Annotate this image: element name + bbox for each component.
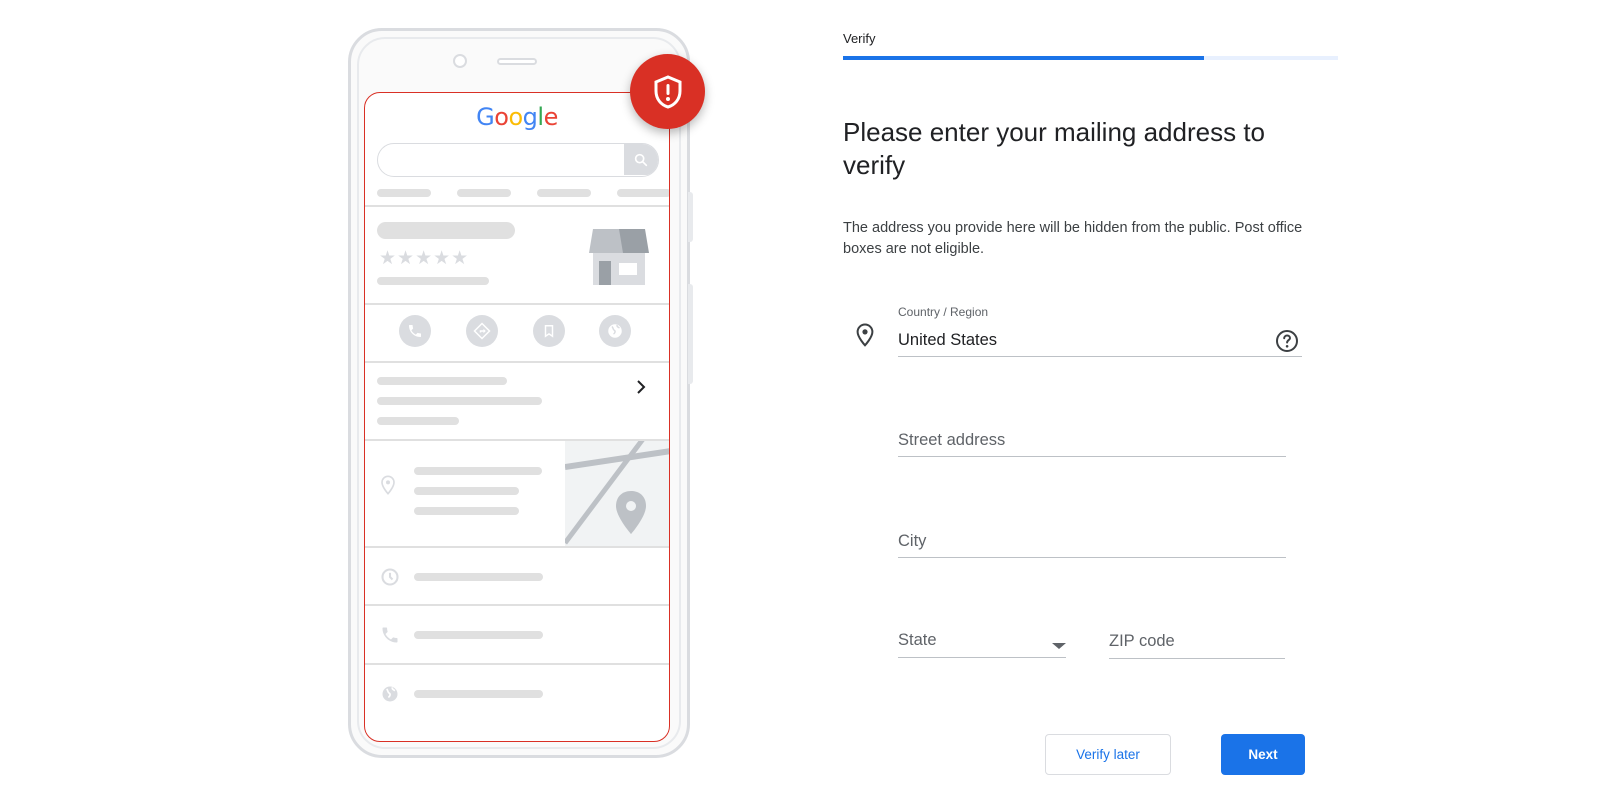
search-icon <box>624 144 658 175</box>
verify-later-button[interactable]: Verify later <box>1045 734 1171 775</box>
placeholder-bar <box>414 507 519 515</box>
placeholder-bar <box>414 487 519 495</box>
location-pin-icon <box>856 323 874 347</box>
mock-search-bar <box>377 143 659 177</box>
bookmark-icon <box>533 315 565 347</box>
phone-icon <box>382 627 398 643</box>
chevron-right-icon <box>635 379 647 400</box>
city-field[interactable]: City <box>898 522 1286 558</box>
phone-screen-mockup: Google ★★★★★ <box>364 92 670 742</box>
placeholder-bar <box>414 573 543 581</box>
divider <box>365 546 669 548</box>
shield-alert-icon <box>630 54 705 129</box>
globe-icon <box>599 315 631 347</box>
divider <box>365 205 669 207</box>
placeholder-bar <box>377 189 431 197</box>
map-thumbnail <box>565 441 669 546</box>
phone-speaker <box>497 58 537 65</box>
divider <box>365 361 669 363</box>
phone-side-button <box>688 284 693 384</box>
phone-side-button <box>688 192 693 242</box>
progress-fill <box>843 56 1205 60</box>
phone-icon <box>399 315 431 347</box>
divider <box>365 663 669 665</box>
country-region-label: Country / Region <box>898 305 989 319</box>
next-button[interactable]: Next <box>1221 734 1305 775</box>
country-value: United States <box>898 331 998 349</box>
google-logo: Google <box>476 103 558 131</box>
placeholder-bar <box>414 631 543 639</box>
placeholder-bar <box>377 417 459 425</box>
clock-icon <box>381 568 399 586</box>
help-circle-icon[interactable] <box>1275 329 1299 353</box>
directions-icon <box>466 315 498 347</box>
placeholder-title-bar <box>377 222 515 239</box>
placeholder-bar <box>617 189 669 197</box>
placeholder-bar <box>537 189 591 197</box>
storefront-icon <box>589 229 649 285</box>
star-rating: ★★★★★ <box>379 247 470 269</box>
divider <box>365 303 669 305</box>
country-region-select[interactable]: Country / Region United States <box>898 297 1302 357</box>
step-label: Verify <box>843 31 876 46</box>
placeholder-bar <box>377 377 507 385</box>
placeholder-bar <box>377 397 542 405</box>
street-address-field[interactable]: Street address <box>898 420 1286 457</box>
divider <box>365 604 669 606</box>
street-address-placeholder: Street address <box>898 431 1006 449</box>
placeholder-bar <box>414 690 543 698</box>
zip-code-field[interactable]: ZIP code <box>1109 621 1285 659</box>
phone-camera <box>453 54 467 68</box>
dropdown-caret-icon[interactable] <box>1052 643 1066 649</box>
state-placeholder: State <box>898 631 937 649</box>
placeholder-bar <box>414 467 542 475</box>
city-placeholder: City <box>898 532 927 550</box>
globe-icon <box>382 686 398 702</box>
location-pin-icon <box>381 475 395 495</box>
placeholder-bar <box>377 277 489 285</box>
progress-bar <box>843 56 1338 60</box>
zip-code-placeholder: ZIP code <box>1109 632 1175 650</box>
page-description: The address you provide here will be hid… <box>843 220 1303 257</box>
placeholder-bar <box>457 189 511 197</box>
state-select[interactable]: State <box>898 620 1066 658</box>
page-title: Please enter your mailing address to ver… <box>843 117 1266 180</box>
